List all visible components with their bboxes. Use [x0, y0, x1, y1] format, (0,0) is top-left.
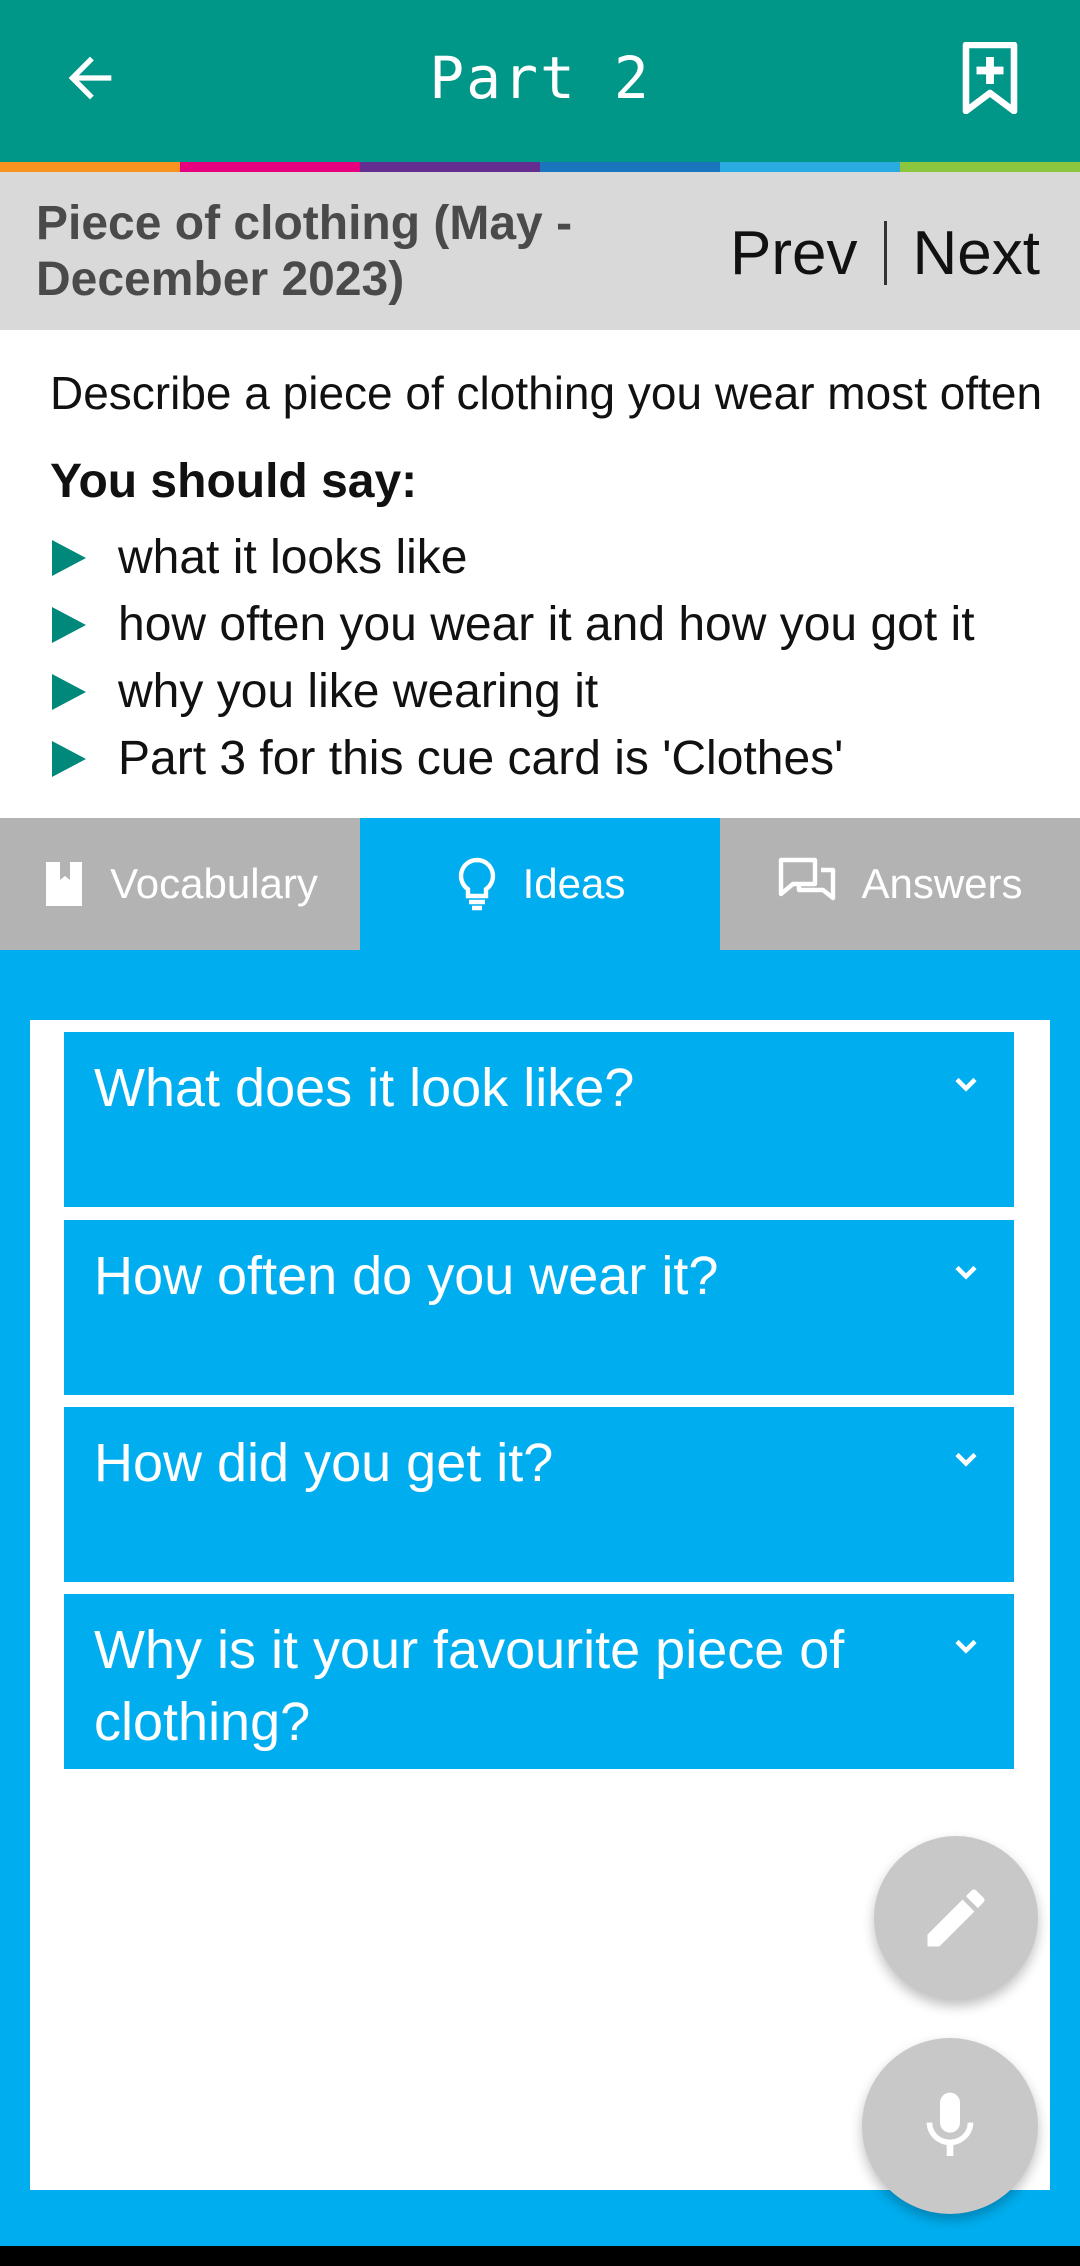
play-arrow-icon — [52, 740, 86, 777]
bookmark-button[interactable] — [948, 36, 1032, 120]
pencil-icon — [927, 1889, 985, 1947]
tab-ideas[interactable]: Ideas — [360, 818, 720, 950]
lightbulb-icon — [455, 856, 499, 912]
tab-bar: Vocabulary Ideas Answers — [0, 818, 1080, 950]
chevron-down-icon — [955, 1452, 977, 1467]
tab-label: Ideas — [522, 860, 626, 907]
tab-answers[interactable]: Answers — [720, 818, 1080, 950]
question-text: How did you get it? — [94, 1433, 554, 1493]
play-arrow-icon — [52, 673, 86, 710]
color-strip — [0, 162, 1080, 172]
cue-card: Describe a piece of clothing you wear mo… — [0, 330, 1080, 818]
cue-description: Describe a piece of clothing you wear mo… — [50, 367, 1043, 419]
cue-point: how often you wear it and how you got it — [52, 591, 975, 658]
question-accordion[interactable]: How often do you wear it? — [64, 1220, 1014, 1395]
edit-fab[interactable] — [874, 1836, 1038, 2000]
chevron-down-icon — [955, 1265, 977, 1280]
question-accordion[interactable]: How did you get it? — [64, 1407, 1014, 1582]
bookmark-plus-icon — [962, 42, 1018, 114]
tab-label: Vocabulary — [110, 860, 318, 907]
play-arrow-icon — [52, 539, 86, 576]
app-bar: Part 2 — [0, 0, 1080, 162]
chevron-down-icon — [955, 1639, 977, 1654]
page-title: Part 2 — [429, 44, 651, 112]
cue-points-list: what it looks like how often you wear it… — [52, 524, 975, 792]
microphone-icon — [926, 2092, 974, 2156]
next-button[interactable]: Next — [913, 218, 1040, 289]
play-arrow-icon — [52, 606, 86, 643]
question-text: How often do you wear it? — [94, 1246, 719, 1306]
question-accordion[interactable]: What does it look like? — [64, 1032, 1014, 1207]
cue-point: why you like wearing it — [52, 658, 975, 725]
chat-icon — [777, 856, 837, 912]
topic-header: Piece of clothing (May - December 2023) … — [0, 172, 1080, 330]
prev-button[interactable]: Prev — [730, 218, 857, 289]
prev-next-nav: Prev Next — [730, 218, 1040, 288]
tab-label: Answers — [861, 860, 1023, 907]
you-should-say-heading: You should say: — [50, 455, 418, 508]
cue-point: what it looks like — [52, 524, 975, 591]
tab-vocabulary[interactable]: Vocabulary — [0, 818, 360, 950]
topic-title: Piece of clothing (May - December 2023) — [36, 197, 573, 306]
question-text: What does it look like? — [94, 1058, 635, 1118]
question-accordion[interactable]: Why is it your favourite piece of clothi… — [64, 1594, 1014, 1769]
system-nav-bar — [0, 2246, 1080, 2266]
nav-divider — [883, 221, 887, 285]
book-icon — [42, 858, 86, 910]
chevron-down-icon — [955, 1077, 977, 1092]
mic-fab[interactable] — [862, 2038, 1038, 2214]
cue-point: Part 3 for this cue card is 'Clothes' — [52, 725, 975, 792]
question-text: Why is it your favourite piece of clothi… — [94, 1620, 845, 1752]
ideas-panel: What does it look like? How often do you… — [30, 1020, 1050, 2190]
